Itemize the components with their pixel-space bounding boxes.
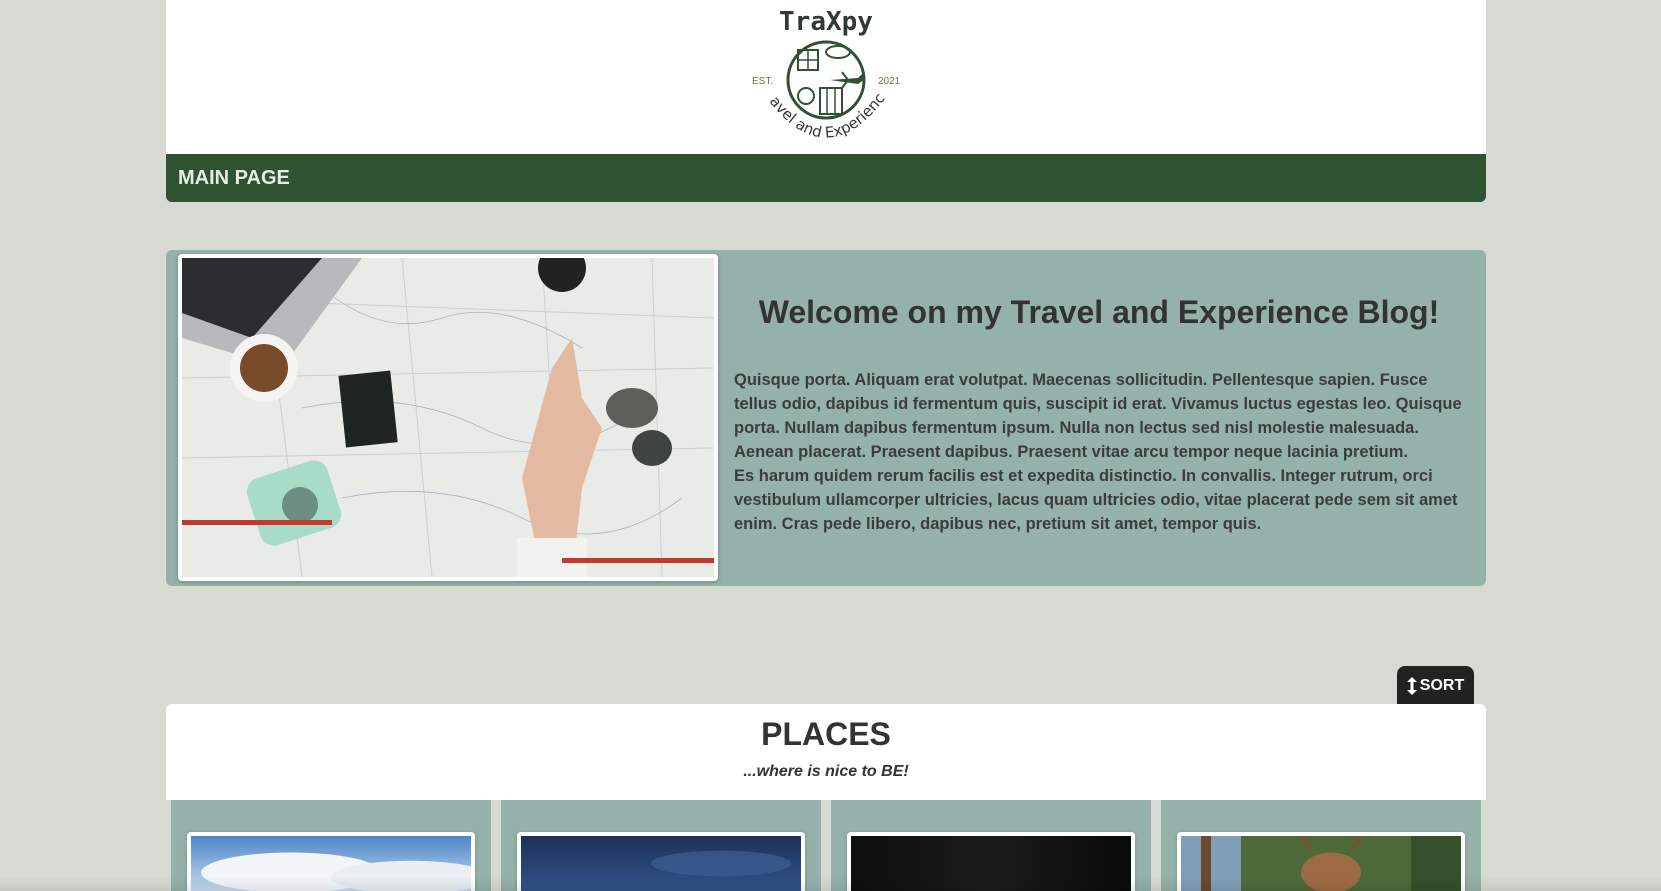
travel-map-photo (182, 258, 714, 577)
place-card[interactable] (501, 800, 821, 891)
places-title: PLACES (761, 716, 891, 752)
place-card[interactable] (1161, 800, 1481, 891)
place-card[interactable] (831, 800, 1151, 891)
welcome-title: Welcome on my Travel and Experience Blog… (758, 294, 1440, 330)
welcome-image-frame (178, 254, 718, 581)
dark-photo (851, 836, 1131, 891)
forest-deer-photo (1181, 836, 1461, 891)
place-card[interactable] (171, 800, 491, 891)
places-grid (166, 800, 1486, 891)
logo-est-year: 2021 (878, 76, 901, 87)
place-card-image-frame (1177, 832, 1465, 891)
vertical-arrows-icon (1406, 677, 1417, 695)
main-navbar: MAIN PAGE (166, 154, 1486, 202)
welcome-paragraph-2: Es harum quidem rerum facilis est et exp… (734, 467, 1458, 533)
welcome-paragraph-1: Quisque porta. Aliquam erat volutpat. Ma… (734, 371, 1462, 461)
sort-button-label: SORT (1419, 677, 1465, 694)
traxpy-logo[interactable]: TraXpy EST. 2021 Travel and Experience (738, 0, 914, 150)
night-sky-photo (521, 836, 801, 891)
site-header: TraXpy EST. 2021 Travel and Experience (166, 0, 1486, 154)
sort-button[interactable]: SORT (1397, 666, 1474, 706)
place-card-image-frame (847, 832, 1135, 891)
welcome-text: Quisque porta. Aliquam erat volutpat. Ma… (734, 368, 1464, 536)
logo-est-label: EST. (752, 76, 773, 87)
nav-main-page-link[interactable]: MAIN PAGE (178, 167, 290, 190)
places-subtitle: ...where is nice to BE! (743, 763, 909, 780)
place-card-image-frame (187, 832, 475, 891)
places-header: PLACES ...where is nice to BE! (166, 704, 1486, 800)
welcome-section: Welcome on my Travel and Experience Blog… (166, 250, 1486, 586)
sky-clouds-photo (191, 836, 471, 891)
place-card-image-frame (517, 832, 805, 891)
logo-brand-name: TraXpy (779, 7, 873, 37)
